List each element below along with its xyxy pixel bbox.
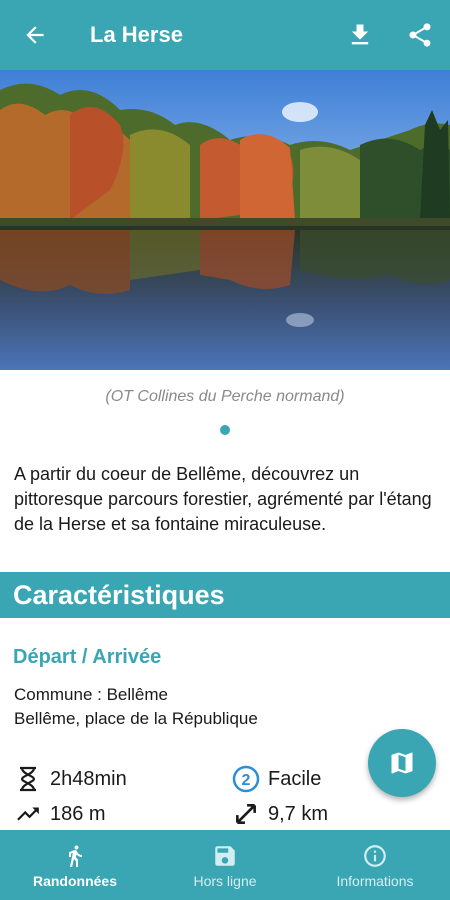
page-title: La Herse xyxy=(90,22,183,47)
difficulty-badge-icon: 2 xyxy=(232,765,260,793)
carousel-dot-active[interactable] xyxy=(220,425,230,435)
share-icon xyxy=(409,23,431,47)
map-icon xyxy=(391,752,413,774)
back-button[interactable] xyxy=(0,0,70,70)
carousel-indicator xyxy=(0,425,450,435)
distance-stat: 9,7 km xyxy=(232,800,328,828)
photo-credit: (OT Collines du Perche normand) xyxy=(105,388,345,405)
nav-label-hors-ligne: Hors ligne xyxy=(193,873,257,889)
hiker-icon xyxy=(63,841,87,871)
depart-place: Bellême, place de la République xyxy=(14,709,258,728)
elevation-stat: 186 m xyxy=(14,800,106,828)
trail-description: A partir du coeur de Bellême, découvrez … xyxy=(14,464,432,534)
duration-stat: 2h48min xyxy=(14,765,127,793)
difficulty-number: 2 xyxy=(242,772,251,789)
download-icon xyxy=(351,24,369,45)
nav-item-randonnees[interactable]: Randonnées xyxy=(0,830,150,900)
hourglass-icon xyxy=(14,765,42,793)
nav-label-randonnees: Randonnées xyxy=(32,873,117,889)
distance-value: 9,7 km xyxy=(268,802,329,825)
hero-image[interactable] xyxy=(0,70,450,370)
download-button[interactable] xyxy=(330,0,390,70)
info-icon xyxy=(362,841,388,871)
share-button[interactable] xyxy=(390,0,450,70)
app-bar: La Herse xyxy=(0,0,450,70)
nav-item-informations[interactable]: Informations xyxy=(300,830,450,900)
difficulty-stat: 2 Facile xyxy=(232,765,321,793)
arrow-back-icon xyxy=(26,26,44,44)
difficulty-value: Facile xyxy=(268,767,322,790)
depart-info: Commune : Bellême Bellême, place de la R… xyxy=(14,683,258,731)
elevation-value: 186 m xyxy=(50,802,106,825)
lake-photo xyxy=(0,70,450,370)
save-icon xyxy=(212,841,238,871)
duration-value: 2h48min xyxy=(50,767,127,790)
commune-label: Commune : Bellême xyxy=(14,685,169,704)
nav-label-informations: Informations xyxy=(336,873,414,889)
map-fab-button[interactable] xyxy=(368,729,436,797)
depart-heading: Départ / Arrivée xyxy=(13,646,162,668)
bottom-navigation: Randonnées Hors ligne Informations xyxy=(0,830,450,900)
trending-up-icon xyxy=(14,800,42,828)
distance-arrows-icon xyxy=(232,800,260,828)
section-title-caracteristiques: Caractéristiques xyxy=(0,572,450,618)
nav-item-hors-ligne[interactable]: Hors ligne xyxy=(150,830,300,900)
